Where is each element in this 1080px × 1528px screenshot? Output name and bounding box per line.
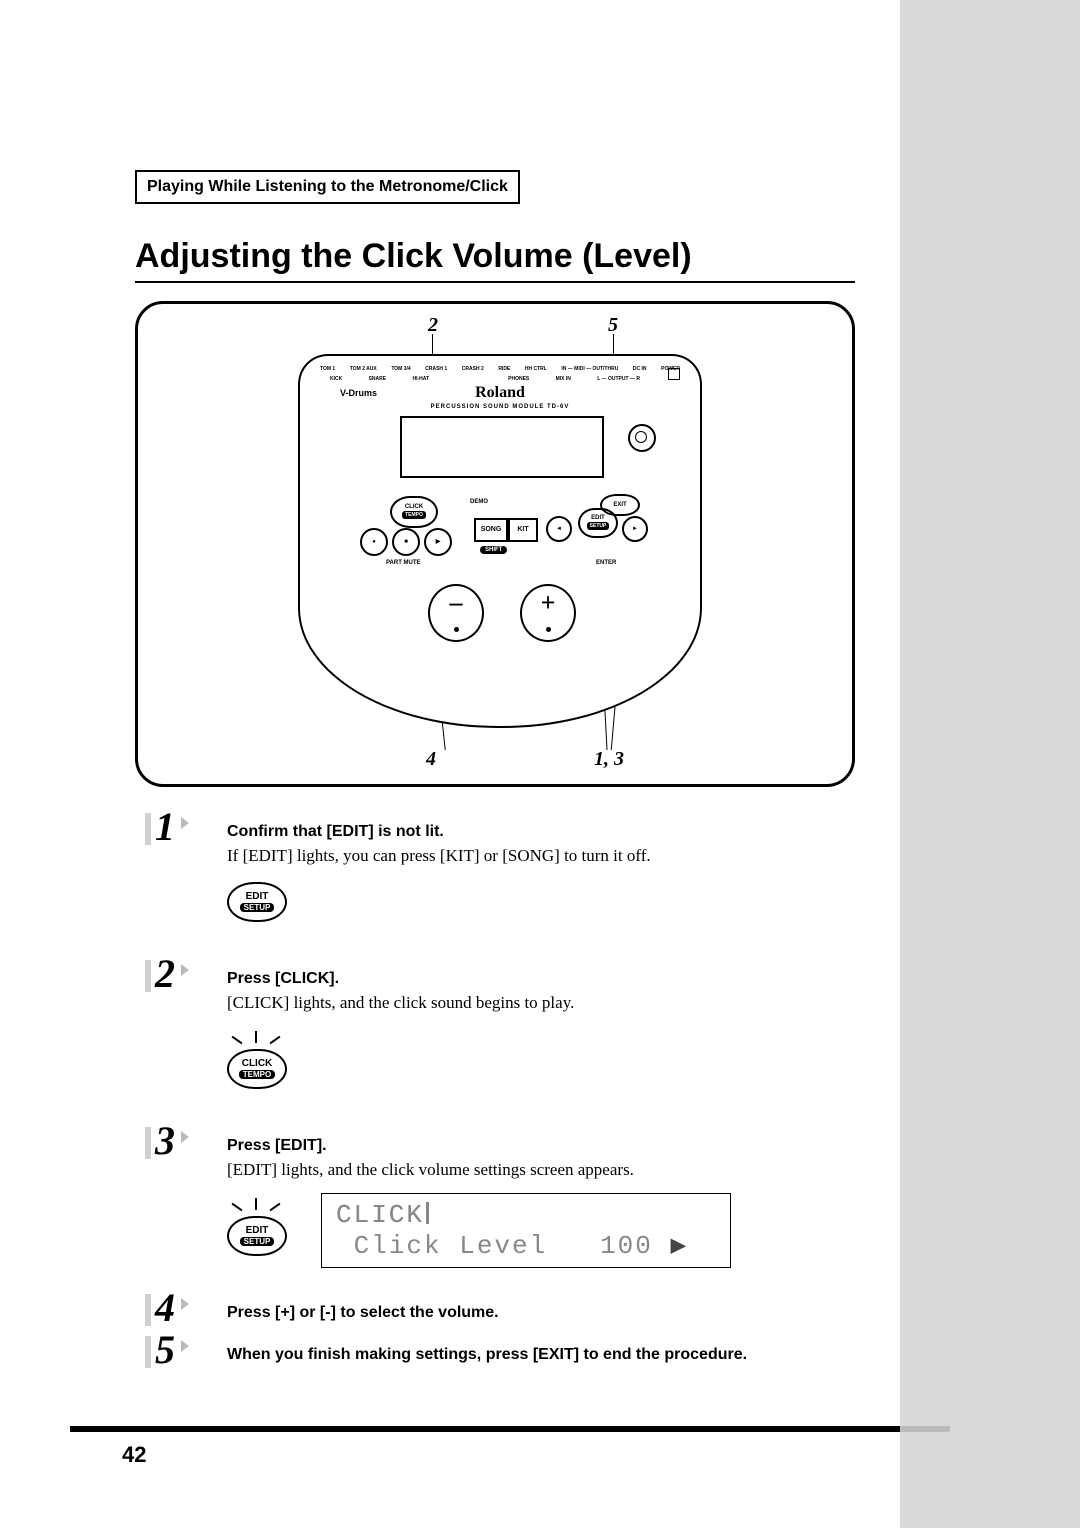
page-title: Adjusting the Click Volume (Level) xyxy=(135,236,855,277)
title-rule xyxy=(135,281,855,283)
edit-button-icon: EDIT SETUP xyxy=(227,1216,287,1256)
plus-button: + xyxy=(520,584,576,642)
callout-4: 4 xyxy=(426,748,436,771)
step-number: 1 xyxy=(155,803,175,850)
lit-indicator-icon xyxy=(227,1029,287,1049)
side-margin-bar xyxy=(900,0,1080,1528)
left-arrow-button: ◄ xyxy=(546,516,572,542)
kit-button: KIT xyxy=(508,518,538,542)
step-number: 4 xyxy=(155,1284,175,1331)
volume-knob xyxy=(628,424,656,452)
section-tag: Playing While Listening to the Metronome… xyxy=(135,170,520,204)
brand-label: Roland xyxy=(300,384,700,402)
play-button: ▶ xyxy=(424,528,452,556)
step-body: If [EDIT] lights, you can press [KIT] or… xyxy=(227,845,855,868)
power-switch xyxy=(668,368,680,380)
demo-label: DEMO xyxy=(470,499,488,505)
lit-indicator-icon xyxy=(227,1196,287,1216)
step-head: When you finish making settings, press [… xyxy=(227,1340,855,1364)
footer-rule xyxy=(70,1426,900,1432)
step-2: 2 Press [CLICK]. [CLICK] lights, and the… xyxy=(155,964,855,1113)
step-3: 3 Press [EDIT]. [EDIT] lights, and the c… xyxy=(155,1131,855,1280)
lcd-screen xyxy=(400,416,604,478)
click-button-icon: CLICK TEMPO xyxy=(227,1049,287,1089)
rec-button: ● xyxy=(360,528,388,556)
step-number: 5 xyxy=(155,1326,175,1373)
edit-button-icon: EDIT SETUP xyxy=(227,882,287,922)
step-1: 1 Confirm that [EDIT] is not lit. If [ED… xyxy=(155,817,855,946)
module-body: TOM 1TOM 2 AUX TOM 3/4CRASH 1 CRASH 2RID… xyxy=(298,354,702,728)
step-number: 3 xyxy=(155,1117,175,1164)
right-arrow-button: ► xyxy=(622,516,648,542)
sound-module-drawing: TOM 1TOM 2 AUX TOM 3/4CRASH 1 CRASH 2RID… xyxy=(298,354,698,724)
callout-2: 2 xyxy=(428,314,438,337)
stop-button: ■ xyxy=(392,528,420,556)
page-content: Playing While Listening to the Metronome… xyxy=(135,170,855,1382)
step-body: [EDIT] lights, and the click volume sett… xyxy=(227,1159,855,1182)
steps-list: 1 Confirm that [EDIT] is not lit. If [ED… xyxy=(155,817,855,1364)
step-number: 2 xyxy=(155,950,175,997)
step-head: Press [EDIT]. xyxy=(227,1131,855,1155)
page-number: 42 xyxy=(122,1442,146,1468)
song-button: SONG xyxy=(474,518,508,542)
exit-button: EXIT xyxy=(600,494,640,516)
enter-label: ENTER xyxy=(596,560,616,566)
minus-button: – xyxy=(428,584,484,642)
part-mute-label: PART MUTE xyxy=(386,560,421,566)
step-head: Press [CLICK]. xyxy=(227,964,855,988)
step-head: Press [+] or [-] to select the volume. xyxy=(227,1298,855,1322)
shift-label: SHIFT xyxy=(480,546,507,554)
lcd-panel: CLICK Click Level 100 ▶ xyxy=(321,1193,731,1268)
step-5: 5 When you finish making settings, press… xyxy=(155,1340,855,1364)
model-label: PERCUSSION SOUND MODULE TD-6V xyxy=(300,404,700,410)
step-head: Confirm that [EDIT] is not lit. xyxy=(227,817,855,841)
step-4: 4 Press [+] or [-] to select the volume. xyxy=(155,1298,855,1322)
lcd-line-2: Click Level 100 ▶ xyxy=(336,1230,716,1261)
lcd-line-1: CLICK xyxy=(336,1200,716,1230)
callout-13: 1, 3 xyxy=(594,748,624,771)
step-body: [CLICK] lights, and the click sound begi… xyxy=(227,992,855,1015)
device-figure: 2 5 4 1, 3 TOM 1TOM 2 AUX TOM 3/4CRASH 1… xyxy=(135,301,855,787)
click-button: CLICK TEMPO xyxy=(390,496,438,528)
